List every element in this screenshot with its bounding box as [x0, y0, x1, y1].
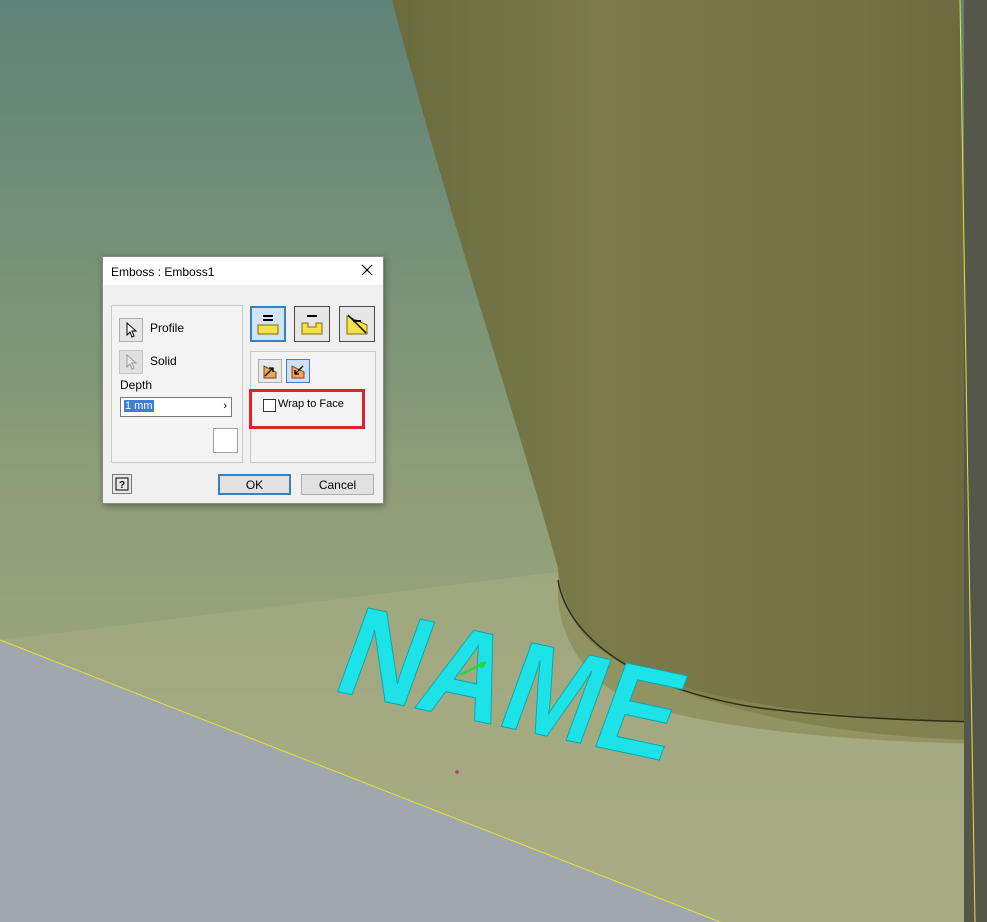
close-icon: [361, 264, 373, 276]
emboss-from-face-icon: [257, 315, 279, 335]
solid-label: Solid: [150, 354, 177, 368]
engrave-mode-button[interactable]: [294, 306, 330, 342]
depth-input[interactable]: 1 mm ›: [120, 397, 232, 417]
cancel-button[interactable]: Cancel: [301, 474, 374, 495]
dialog-titlebar[interactable]: Emboss : Emboss1: [103, 257, 383, 285]
emboss-from-plane-icon: [346, 314, 368, 335]
emboss-mode-button[interactable]: [250, 306, 286, 342]
solid-select-button[interactable]: [119, 350, 143, 374]
wrap-to-face-checkbox[interactable]: [263, 399, 276, 412]
help-icon: ?: [115, 477, 129, 491]
depth-value[interactable]: 1 mm: [124, 400, 154, 412]
shape-panel: Profile Solid Depth 1 mm ›: [111, 305, 243, 463]
profile-select-button[interactable]: [119, 318, 143, 342]
emboss-dialog: Emboss : Emboss1 Profile Solid Depth 1 m…: [102, 256, 384, 504]
engrave-from-face-icon: [301, 315, 323, 335]
depth-label: Depth: [120, 378, 153, 392]
chevron-right-icon[interactable]: ›: [223, 400, 227, 412]
svg-text:?: ?: [119, 480, 125, 491]
direction-arrow-icon: [263, 365, 277, 379]
direction-arrow-flip-icon: [291, 365, 305, 379]
direction-button-1[interactable]: [258, 359, 282, 383]
cursor-arrow-icon: [126, 354, 137, 370]
direction-arrow-head: [479, 662, 485, 668]
color-swatch-button[interactable]: [213, 428, 238, 453]
dialog-title: Emboss : Emboss1: [111, 265, 215, 279]
ok-button[interactable]: OK: [218, 474, 291, 495]
wrap-to-face-label[interactable]: Wrap to Face: [278, 398, 344, 410]
profile-label: Profile: [150, 321, 185, 335]
direction-button-2[interactable]: [286, 359, 310, 383]
cursor-arrow-icon: [126, 322, 137, 338]
help-button[interactable]: ?: [112, 474, 132, 494]
close-button[interactable]: [359, 262, 375, 278]
sketch-point[interactable]: [455, 770, 459, 774]
emboss-engrave-plane-button[interactable]: [339, 306, 375, 342]
